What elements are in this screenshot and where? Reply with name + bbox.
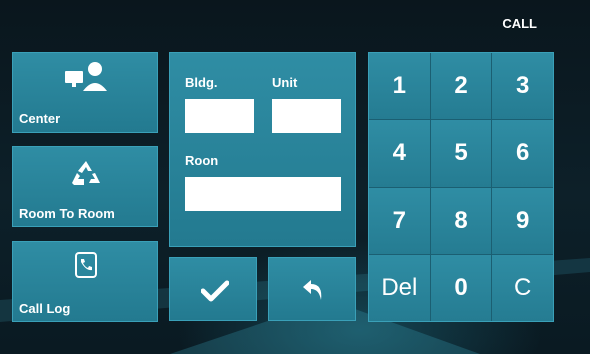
key-4[interactable]: 4 bbox=[369, 120, 430, 187]
checkmark-icon bbox=[201, 280, 229, 302]
center-label: Center bbox=[19, 111, 61, 126]
room-label: Roon bbox=[185, 153, 219, 168]
user-at-desk-icon bbox=[65, 62, 107, 91]
key-0[interactable]: 0 bbox=[430, 254, 492, 321]
unit-input[interactable] bbox=[272, 99, 341, 133]
key-clear[interactable]: C bbox=[492, 254, 553, 321]
call-log-button[interactable]: Call Log bbox=[12, 241, 158, 322]
key-6[interactable]: 6 bbox=[492, 120, 553, 187]
room-input[interactable] bbox=[185, 177, 341, 211]
bldg-input[interactable] bbox=[185, 99, 254, 133]
center-button[interactable]: Center bbox=[12, 52, 158, 133]
key-3[interactable]: 3 bbox=[492, 53, 553, 120]
call-log-label: Call Log bbox=[19, 301, 71, 316]
key-2[interactable]: 2 bbox=[430, 53, 492, 120]
keypad: 1 2 3 4 5 6 7 8 9 Del 0 C bbox=[368, 52, 554, 322]
key-8[interactable]: 8 bbox=[430, 187, 492, 254]
key-9[interactable]: 9 bbox=[492, 187, 553, 254]
phone-log-icon bbox=[75, 252, 97, 278]
bldg-label: Bldg. bbox=[185, 75, 218, 90]
room-to-room-label: Room To Room bbox=[19, 206, 115, 221]
room-to-room-button[interactable]: Room To Room bbox=[12, 146, 158, 227]
key-delete[interactable]: Del bbox=[369, 254, 430, 321]
unit-label: Unit bbox=[272, 75, 298, 90]
recycle-icon bbox=[72, 161, 100, 185]
confirm-button[interactable] bbox=[169, 257, 257, 321]
key-7[interactable]: 7 bbox=[369, 187, 430, 254]
screen-title: CALL bbox=[502, 16, 537, 31]
back-button[interactable] bbox=[268, 257, 356, 321]
key-1[interactable]: 1 bbox=[369, 53, 430, 120]
key-5[interactable]: 5 bbox=[430, 120, 492, 187]
back-arrow-icon bbox=[303, 280, 322, 300]
address-form-panel: Bldg. Unit Roon bbox=[169, 52, 356, 247]
